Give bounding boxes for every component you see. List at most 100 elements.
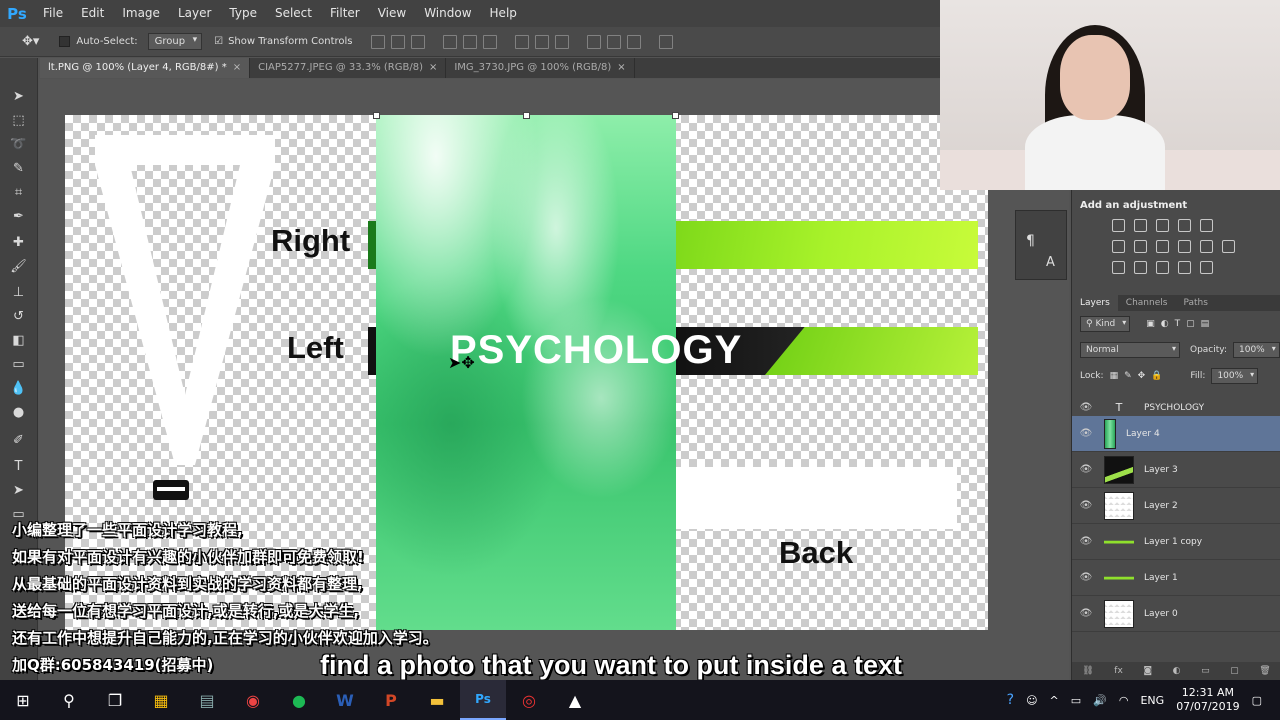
- tab-channels[interactable]: Channels: [1118, 295, 1176, 311]
- color-balance-icon[interactable]: [1134, 240, 1147, 253]
- volume-icon[interactable]: 🔊: [1093, 694, 1107, 707]
- layer-row-layer-1[interactable]: 👁 Layer 1: [1072, 560, 1280, 596]
- type-tool-icon[interactable]: T: [10, 458, 27, 475]
- spotify-icon[interactable]: ●: [276, 680, 322, 720]
- folder-icon[interactable]: ▬: [414, 680, 460, 720]
- layer-row-layer-0[interactable]: 👁 Layer 0: [1072, 596, 1280, 632]
- chrome-icon[interactable]: ◉: [230, 680, 276, 720]
- tab-paths[interactable]: Paths: [1175, 295, 1215, 311]
- auto-select-target-dropdown[interactable]: Group: [147, 33, 203, 50]
- visibility-eye-icon[interactable]: 👁: [1072, 536, 1100, 547]
- people-icon[interactable]: ☺: [1026, 694, 1037, 707]
- tab-layers[interactable]: Layers: [1072, 295, 1118, 311]
- new-layer-icon[interactable]: ▢: [1230, 666, 1239, 676]
- menu-select[interactable]: Select: [266, 0, 321, 27]
- filter-shape-icon[interactable]: ▢: [1186, 319, 1195, 329]
- filter-adjustment-icon[interactable]: ◐: [1161, 319, 1169, 329]
- distribute-left-icon[interactable]: [586, 34, 601, 49]
- visibility-eye-icon[interactable]: 👁: [1072, 428, 1100, 439]
- pen-tool-icon[interactable]: ✐: [10, 432, 27, 449]
- selective-color-icon[interactable]: [1178, 261, 1191, 274]
- levels-icon[interactable]: [1134, 219, 1147, 232]
- photos-icon[interactable]: ▲: [552, 680, 598, 720]
- menu-edit[interactable]: Edit: [72, 0, 113, 27]
- visibility-eye-icon[interactable]: 👁: [1072, 464, 1100, 475]
- visibility-eye-icon[interactable]: 👁: [1072, 608, 1100, 619]
- folder-icon[interactable]: ▭: [1201, 666, 1210, 676]
- blur-tool-icon[interactable]: 💧: [10, 380, 27, 397]
- transform-checkbox-check-icon[interactable]: ☑: [214, 36, 223, 47]
- distribute-bottom-icon[interactable]: [554, 34, 569, 49]
- windows-start-icon[interactable]: ⊞: [0, 680, 46, 720]
- gradient-tool-icon[interactable]: ▭: [10, 356, 27, 373]
- link-icon[interactable]: ⛓: [1082, 666, 1093, 676]
- move-tool-icon[interactable]: ✥▾: [22, 34, 39, 49]
- filter-smart-object-icon[interactable]: ▤: [1201, 319, 1210, 329]
- notification-icon[interactable]: ▢: [1252, 694, 1262, 707]
- tab-img3730[interactable]: IMG_3730.JPG @ 100% (RGB/8) ×: [446, 58, 635, 78]
- invert-icon[interactable]: [1112, 261, 1125, 274]
- exposure-icon[interactable]: [1178, 219, 1191, 232]
- photoshop-taskbar-icon[interactable]: Ps: [460, 680, 506, 720]
- visibility-eye-icon[interactable]: 👁: [1072, 572, 1100, 583]
- menu-type[interactable]: Type: [220, 0, 266, 27]
- clone-stamp-tool-icon[interactable]: ⊥: [10, 284, 27, 301]
- vibrance-icon[interactable]: [1200, 219, 1213, 232]
- gradient-map-icon[interactable]: [1200, 261, 1213, 274]
- character-icon[interactable]: A: [1046, 255, 1055, 270]
- menu-window[interactable]: Window: [415, 0, 480, 27]
- brush-tool-icon[interactable]: 🖌: [10, 258, 27, 275]
- search-icon[interactable]: ⚲: [46, 680, 92, 720]
- screen-recorder-icon[interactable]: ◎: [506, 680, 552, 720]
- menu-layer[interactable]: Layer: [169, 0, 220, 27]
- layer-row-layer-3[interactable]: 👁 Layer 3: [1072, 452, 1280, 488]
- align-hcenter-icon[interactable]: [462, 34, 477, 49]
- posterize-icon[interactable]: [1134, 261, 1147, 274]
- history-brush-tool-icon[interactable]: ↺: [10, 308, 27, 325]
- distribute-hcenter-icon[interactable]: [606, 34, 621, 49]
- mask-icon[interactable]: ◙: [1143, 666, 1152, 676]
- lock-image-icon[interactable]: ✎: [1124, 371, 1132, 381]
- align-vcenter-icon[interactable]: [390, 34, 405, 49]
- fill-input[interactable]: 100%: [1211, 368, 1259, 384]
- transform-handle[interactable]: [672, 112, 679, 119]
- curves-icon[interactable]: [1156, 219, 1169, 232]
- align-bottom-icon[interactable]: [410, 34, 425, 49]
- color-lookup-icon[interactable]: [1222, 240, 1235, 253]
- tab-lt-png[interactable]: lt.PNG @ 100% (Layer 4, RGB/8#) * ×: [40, 58, 251, 78]
- kind-filter-dropdown[interactable]: ⚲ Kind: [1080, 316, 1131, 332]
- transform-handle[interactable]: [373, 112, 380, 119]
- network-icon[interactable]: ▭: [1071, 694, 1081, 707]
- chevron-up-icon[interactable]: ^: [1050, 694, 1059, 707]
- menu-file[interactable]: File: [34, 0, 72, 27]
- distribute-top-icon[interactable]: [514, 34, 529, 49]
- trash-icon[interactable]: 🗑: [1259, 666, 1270, 676]
- visibility-eye-icon[interactable]: 👁: [1072, 500, 1100, 511]
- black-white-icon[interactable]: [1156, 240, 1169, 253]
- menu-filter[interactable]: Filter: [321, 0, 369, 27]
- close-icon[interactable]: ×: [429, 58, 437, 78]
- transform-handle[interactable]: [523, 112, 530, 119]
- close-icon[interactable]: ×: [617, 58, 625, 78]
- path-select-tool-icon[interactable]: ➤: [10, 482, 27, 499]
- layer-row-layer-1-copy[interactable]: 👁 Layer 1 copy: [1072, 524, 1280, 560]
- menu-view[interactable]: View: [369, 0, 415, 27]
- distribute-vcenter-icon[interactable]: [534, 34, 549, 49]
- lock-position-icon[interactable]: ✥: [1138, 371, 1146, 381]
- distribute-right-icon[interactable]: [626, 34, 641, 49]
- threshold-icon[interactable]: [1156, 261, 1169, 274]
- align-right-icon[interactable]: [482, 34, 497, 49]
- lasso-tool-icon[interactable]: ➰: [10, 136, 27, 153]
- tab-ciap5277[interactable]: CIAP5277.JPEG @ 33.3% (RGB/8) ×: [250, 58, 447, 78]
- powerpoint-icon[interactable]: P: [368, 680, 414, 720]
- marquee-tool-icon[interactable]: ⬚: [10, 112, 27, 129]
- clock[interactable]: 12:31 AM 07/07/2019: [1176, 686, 1239, 714]
- move-tool-icon[interactable]: ➤: [10, 88, 27, 105]
- blend-mode-dropdown[interactable]: Normal: [1080, 342, 1180, 358]
- file-manager-icon[interactable]: ▤: [184, 680, 230, 720]
- healing-brush-tool-icon[interactable]: ✚: [10, 234, 27, 251]
- adjustment-icon[interactable]: ◐: [1173, 666, 1181, 676]
- channel-mixer-icon[interactable]: [1200, 240, 1213, 253]
- word-icon[interactable]: W: [322, 680, 368, 720]
- wifi-icon[interactable]: ◠: [1119, 694, 1129, 707]
